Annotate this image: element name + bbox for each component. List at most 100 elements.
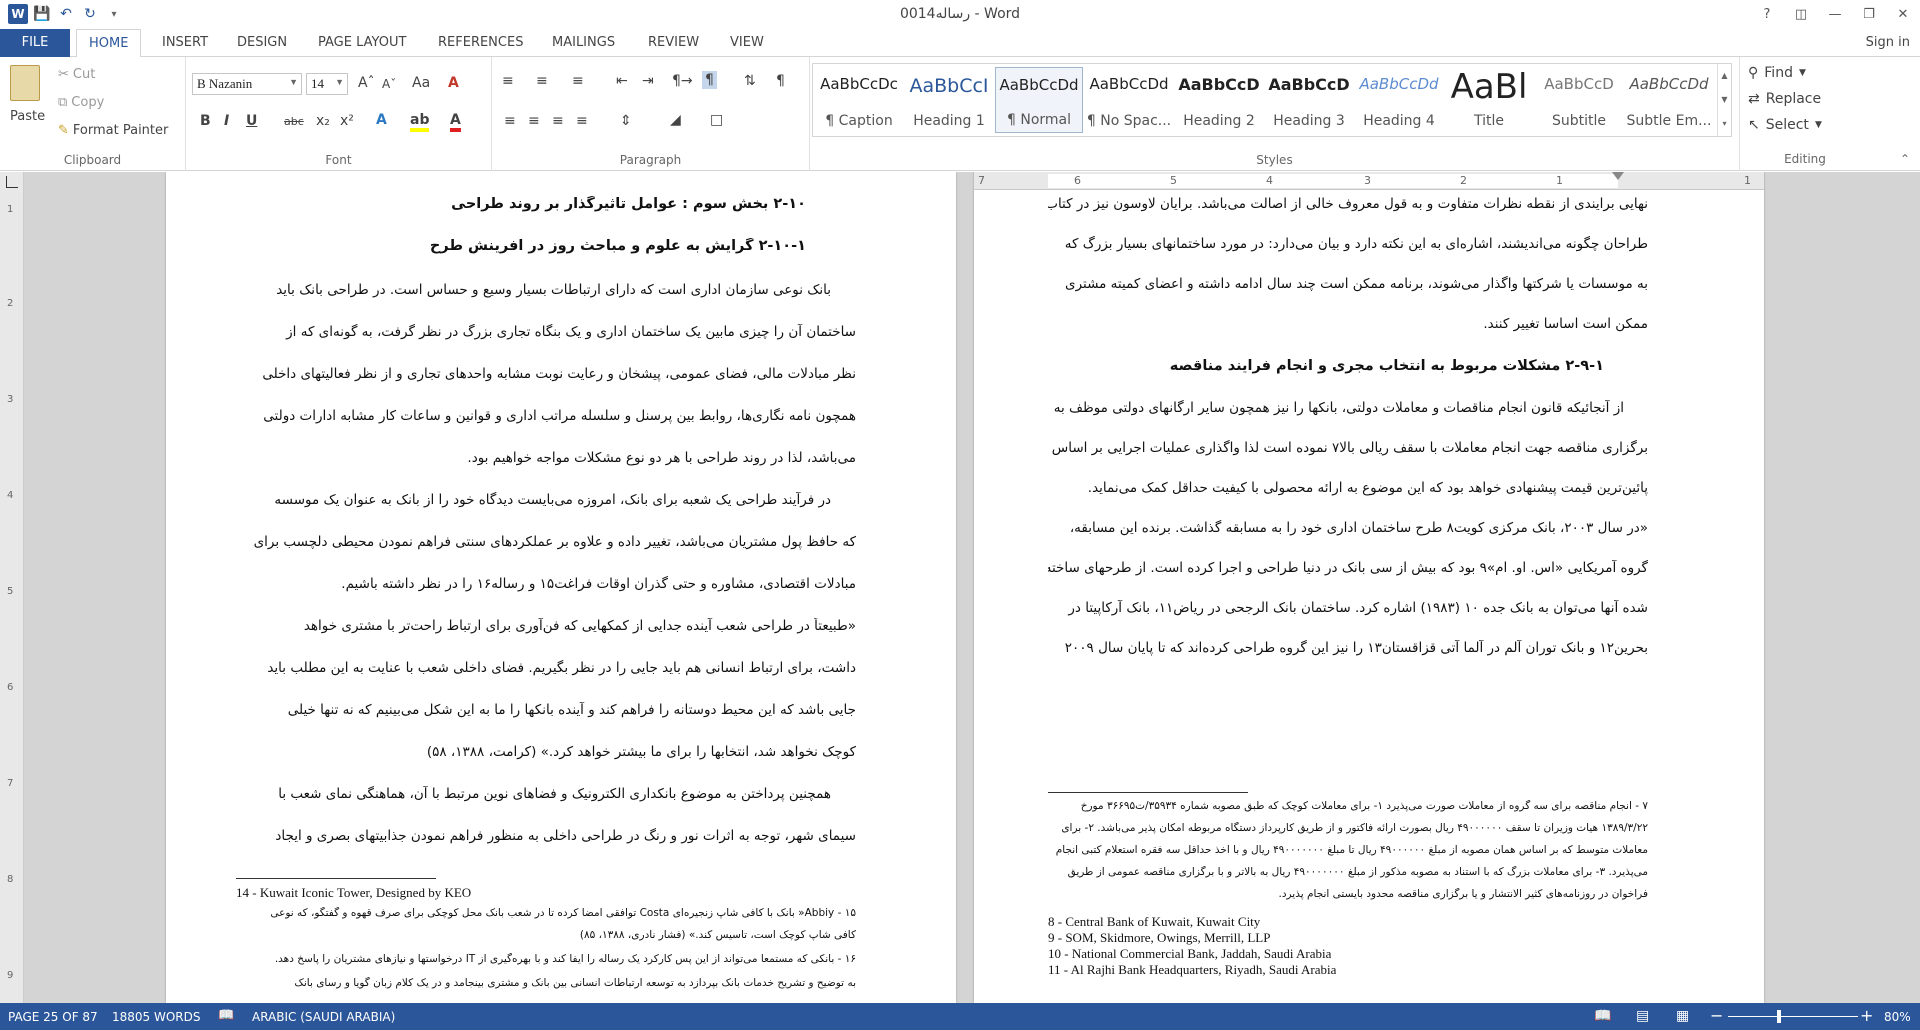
zoom-slider[interactable] — [1728, 1016, 1858, 1017]
replace-button[interactable]: ⇄ Replace — [1748, 91, 1821, 107]
footnote: می‌پذیرد. ۳- برای معاملات بزرگ که با است… — [1067, 866, 1648, 878]
shrink-font-icon[interactable]: Aˇ — [382, 77, 396, 91]
tab-selector-icon[interactable] — [6, 176, 18, 188]
strikethrough-button[interactable]: abc — [284, 115, 304, 128]
paste-button[interactable]: Paste — [10, 109, 45, 124]
language-indicator[interactable]: ARABIC (SAUDI ARABIA) — [252, 1010, 395, 1024]
close-button[interactable]: ✕ — [1886, 0, 1920, 29]
text-effects-icon[interactable]: A — [376, 112, 387, 128]
tab-mailings[interactable]: MAILINGS — [540, 29, 627, 57]
document-title: رساله0014 - Word — [899, 6, 1021, 22]
tab-references[interactable]: REFERENCES — [426, 29, 535, 57]
line-spacing-icon[interactable]: ⇕ — [620, 113, 632, 129]
web-layout-icon[interactable]: ▦ — [1676, 1008, 1689, 1024]
clear-format-icon[interactable]: A — [448, 75, 459, 91]
print-layout-icon[interactable]: ▤ — [1636, 1008, 1649, 1024]
underline-button[interactable]: U — [246, 113, 257, 129]
font-name-combo[interactable]: B Nazanin ▼ — [192, 73, 302, 95]
superscript-button[interactable]: x² — [340, 113, 354, 129]
page-count[interactable]: PAGE 25 OF 87 — [8, 1010, 98, 1024]
styles-scroll[interactable]: ▲ ▼ ▾ — [1717, 64, 1731, 136]
bullets-icon[interactable]: ≡ — [502, 73, 514, 89]
borders-icon[interactable]: □ — [710, 112, 723, 128]
paragraph-group: ≡ ≡ ≡ ⇤ ⇥ ¶→ ¶ ⇅ ¶ ≡ ≡ ≡ ≡ ⇕ ◢ □ Paragra… — [492, 57, 810, 171]
tab-insert[interactable]: INSERT — [150, 29, 220, 57]
help-button[interactable]: ? — [1750, 0, 1784, 29]
select-button[interactable]: ↖ Select ▼ — [1748, 117, 1822, 133]
style-heading-4[interactable]: AaBbCcDd Heading 4 — [1355, 67, 1443, 133]
increase-indent-icon[interactable]: ⇥ — [642, 73, 654, 89]
style-caption[interactable]: AaBbCcDc ¶ Caption — [815, 67, 903, 133]
numbering-icon[interactable]: ≡ — [536, 73, 548, 89]
editing-label: Editing — [1784, 152, 1826, 166]
minimize-button[interactable]: — — [1818, 0, 1852, 29]
paragraph-line: نهایی برایندی از نقطه نظرات متفاوت و به … — [1048, 196, 1648, 212]
find-button[interactable]: ⚲ Find ▼ — [1748, 65, 1806, 81]
tab-design[interactable]: DESIGN — [225, 29, 299, 57]
style-subtitle[interactable]: AaBbCcD Subtitle — [1535, 67, 1623, 133]
copy-button[interactable]: ⧉ Copy — [58, 95, 104, 110]
decrease-indent-icon[interactable]: ⇤ — [616, 73, 628, 89]
paste-icon[interactable] — [10, 65, 40, 101]
footnote: 14 - Kuwait Iconic Tower, Designed by KE… — [236, 885, 472, 900]
style-heading-2[interactable]: AaBbCcD Heading 2 — [1175, 67, 1263, 133]
tab-file[interactable]: FILE — [0, 29, 70, 57]
zoom-out-icon[interactable]: − — [1710, 1006, 1723, 1025]
cut-button[interactable]: ✂ Cut — [58, 67, 95, 82]
sort-icon[interactable]: ⇅ — [744, 73, 756, 89]
style-heading-3[interactable]: AaBbCcD Heading 3 — [1265, 67, 1353, 133]
word-count[interactable]: 18805 WORDS — [112, 1010, 201, 1024]
proofing-icon[interactable]: 📖 — [218, 1008, 234, 1023]
tab-review[interactable]: REVIEW — [636, 29, 711, 57]
grow-font-icon[interactable]: Aˆ — [358, 75, 375, 91]
change-case-icon[interactable]: Aa — [412, 75, 430, 91]
justify-icon[interactable]: ≡ — [576, 113, 588, 129]
style-normal[interactable]: AaBbCcDd ¶ Normal — [995, 67, 1083, 133]
zoom-in-icon[interactable]: + — [1860, 1006, 1873, 1025]
style-no-spacing[interactable]: AaBbCcDd ¶ No Spac... — [1085, 67, 1173, 133]
font-size-combo[interactable]: 14 ▼ — [306, 73, 348, 95]
show-marks-icon[interactable]: ¶ — [776, 73, 785, 89]
font-color-icon[interactable]: A — [450, 112, 461, 132]
subscript-button[interactable]: x₂ — [316, 113, 330, 129]
footnote: ۱۶ - بانکی که مستمعا می‌تواند از این پس … — [274, 953, 856, 965]
tab-home[interactable]: HOME — [76, 29, 142, 58]
tab-view[interactable]: VIEW — [718, 29, 776, 57]
rtl-direction-icon[interactable]: ¶ — [702, 71, 717, 89]
align-right-icon[interactable]: ≡ — [552, 113, 564, 129]
footnote: 9 - SOM, Skidmore, Owings, Merrill, LLP — [1048, 930, 1271, 945]
shading-icon[interactable]: ◢ — [670, 112, 681, 128]
collapse-ribbon-icon[interactable]: ⌃ — [1900, 152, 1910, 166]
indent-marker-icon[interactable] — [1612, 172, 1624, 180]
binoculars-icon: ⚲ — [1748, 65, 1759, 81]
style-heading-1[interactable]: AaBbCcI Heading 1 — [905, 67, 993, 133]
italic-button[interactable]: I — [224, 113, 229, 129]
style-subtle-emphasis[interactable]: AaBbCcDd Subtle Em... — [1625, 67, 1713, 133]
multilevel-list-icon[interactable]: ≡ — [572, 73, 584, 89]
restore-button[interactable]: ❐ — [1852, 0, 1886, 29]
format-painter-button[interactable]: ✎ Format Painter — [58, 123, 168, 138]
document-workspace[interactable]: 1 2 3 4 5 6 7 8 9 ۲-۱۰ بخش سوم : عوامل ت… — [0, 172, 1920, 1003]
tab-page-layout[interactable]: PAGE LAYOUT — [306, 29, 418, 57]
page-left[interactable]: ۲-۱۰ بخش سوم : عوامل تاثیرگذار بر روند ط… — [166, 172, 956, 1003]
footnote: معاملات متوسط که بر اساس همان مصوبه از م… — [1055, 844, 1648, 856]
font-group: B Nazanin ▼ 14 ▼ Aˆ Aˇ Aa A B I U abc x₂ x… — [186, 57, 492, 171]
zoom-slider-thumb[interactable] — [1776, 1010, 1781, 1023]
ltr-direction-icon[interactable]: ¶→ — [672, 73, 693, 89]
footnote-separator — [236, 878, 436, 879]
page-right[interactable]: 7 6 5 4 3 2 1 1 نهایی برایندی از نقطه نظ… — [974, 172, 1764, 1003]
align-center-icon[interactable]: ≡ — [528, 113, 540, 129]
align-left-icon[interactable]: ≡ — [504, 113, 516, 129]
subsection-heading: ۲-۹-۱ مشکلات مربوط به انتخاب مجری و انجا… — [1169, 358, 1604, 374]
highlight-icon[interactable]: ab — [410, 112, 430, 132]
paragraph-line: به موسسات یا شرکتها واگذار می‌شوند، برنا… — [1065, 276, 1648, 292]
ribbon-display-icon[interactable]: ◫ — [1784, 0, 1818, 29]
bold-button[interactable]: B — [200, 113, 211, 129]
horizontal-ruler[interactable]: 7 6 5 4 3 2 1 1 — [974, 172, 1764, 190]
read-mode-icon[interactable]: 📖 — [1594, 1008, 1611, 1024]
sign-in-link[interactable]: Sign in — [1866, 35, 1910, 50]
zoom-level[interactable]: 80% — [1884, 1010, 1911, 1024]
footnote-separator — [1048, 792, 1248, 793]
style-title[interactable]: AaBl Title — [1445, 67, 1533, 133]
vertical-ruler[interactable]: 1 2 3 4 5 6 7 8 9 — [0, 172, 24, 1003]
